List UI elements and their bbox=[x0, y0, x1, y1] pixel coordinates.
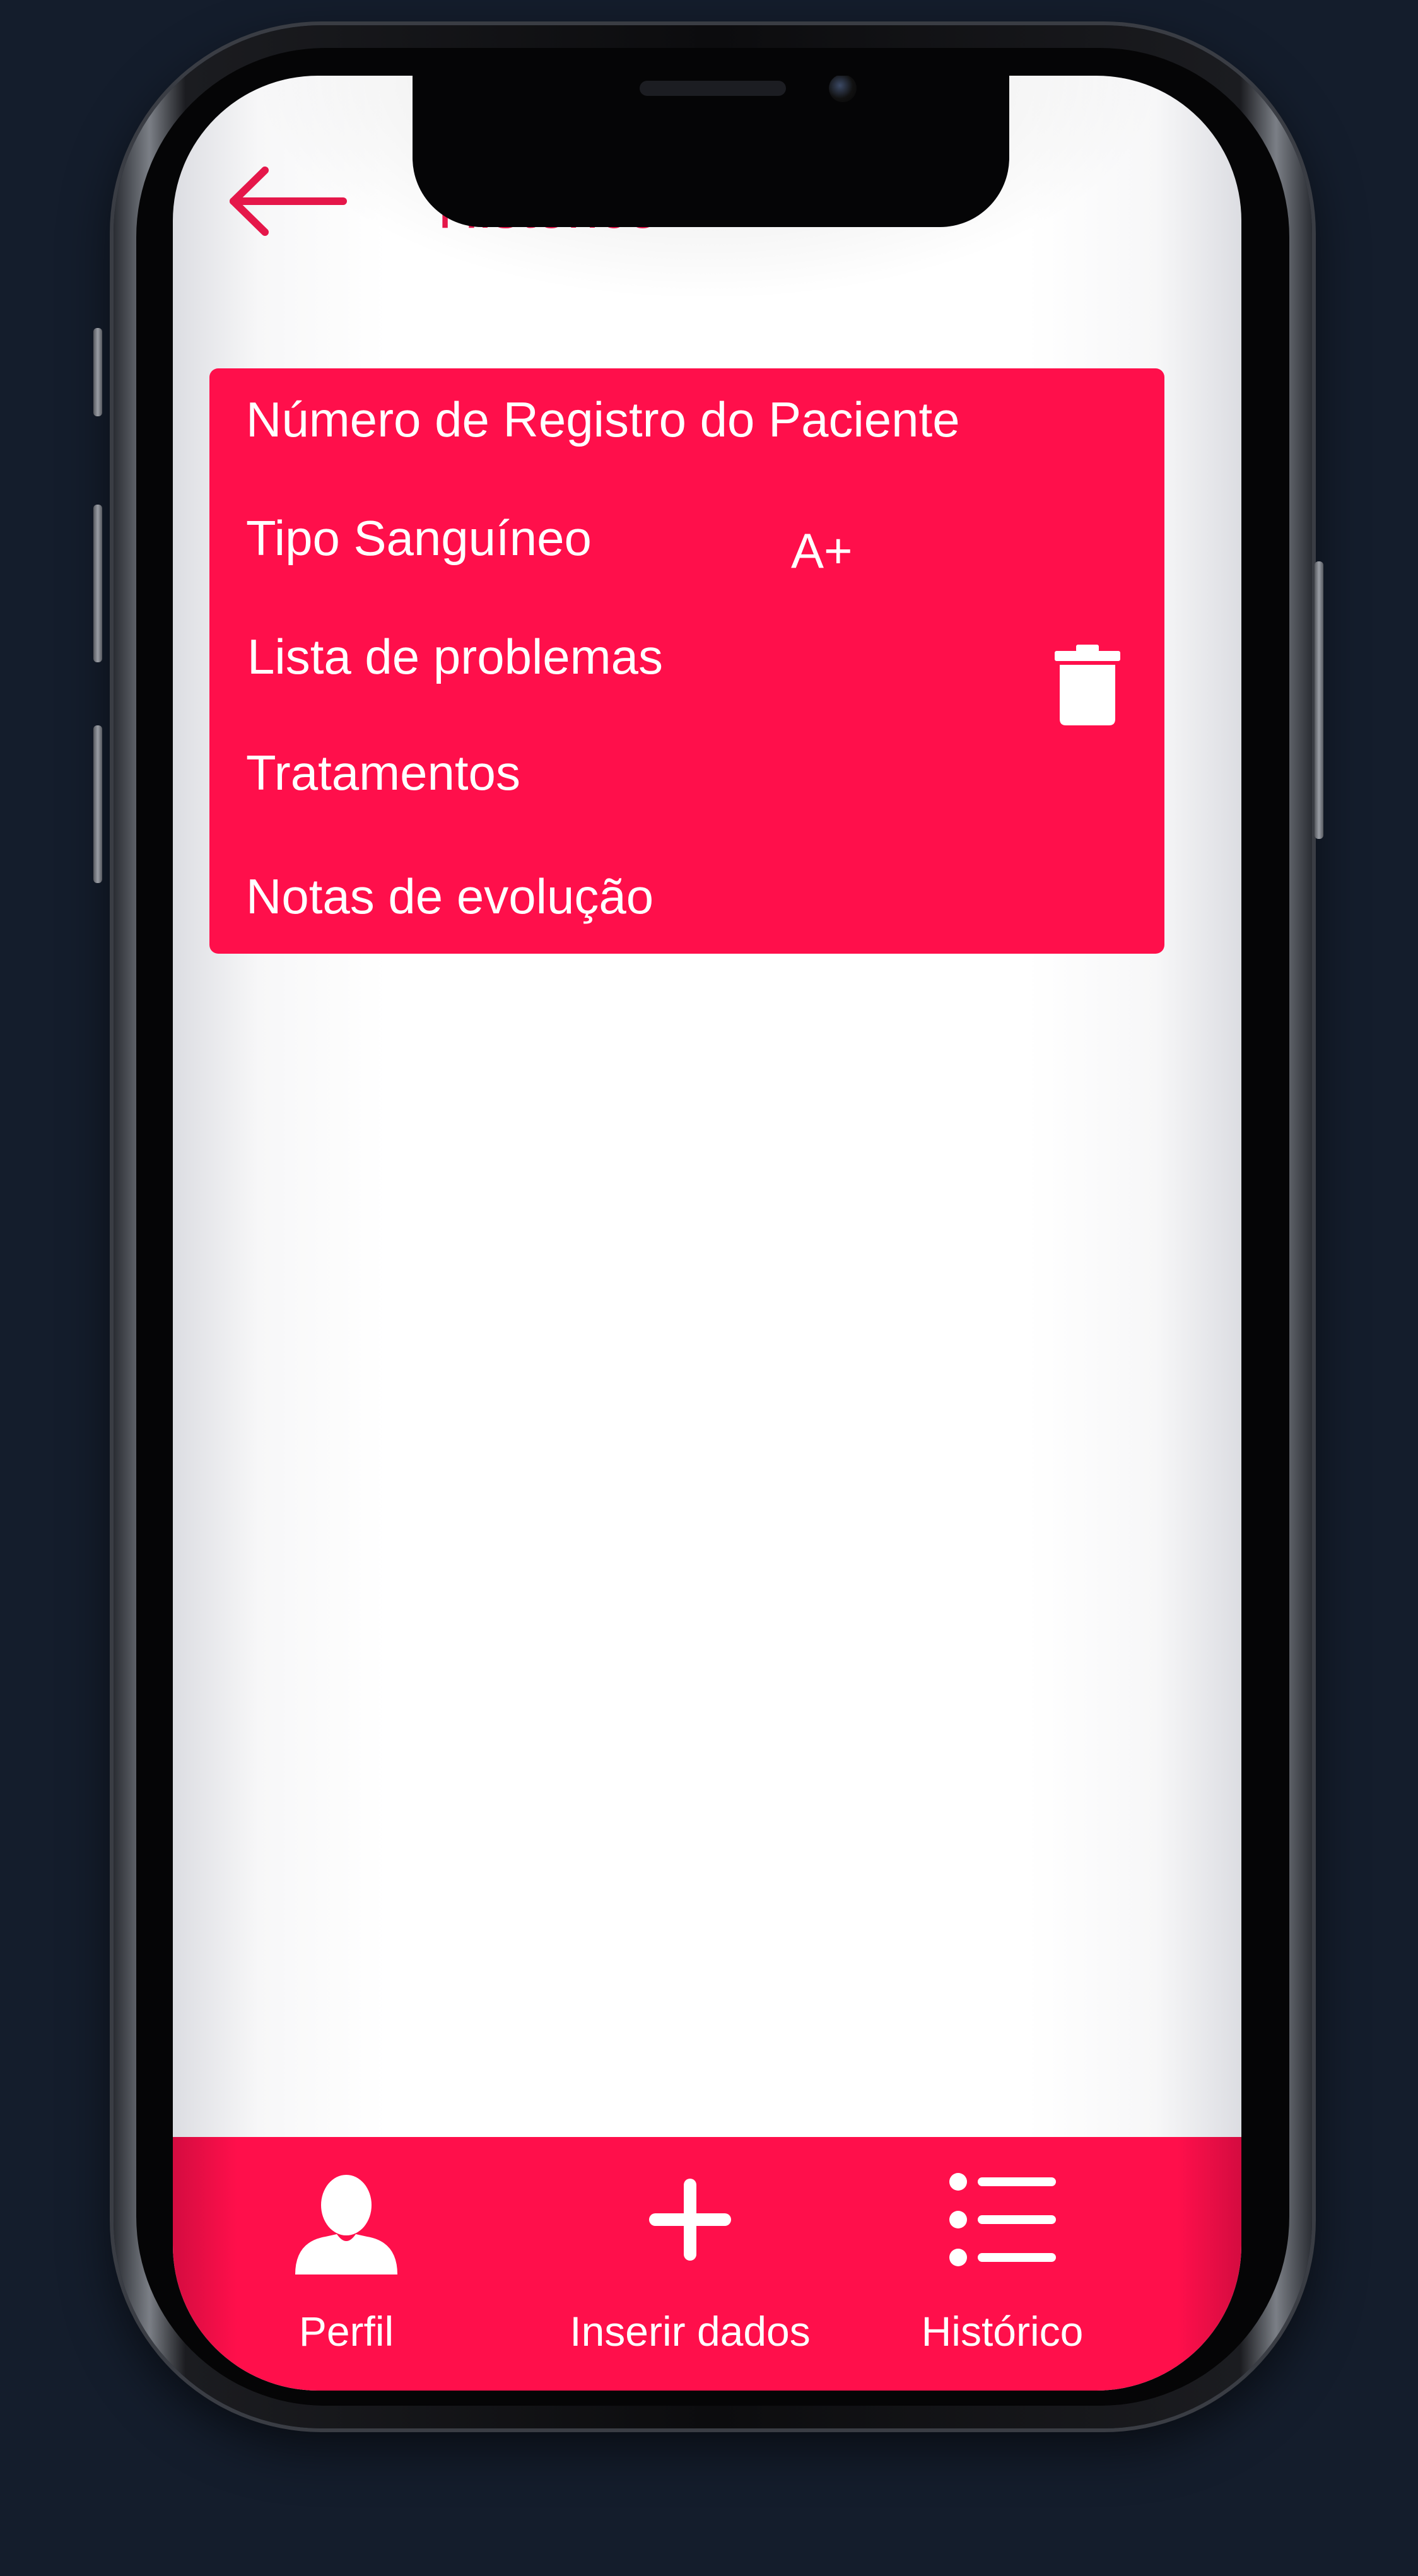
nav-item-history[interactable]: Histórico bbox=[879, 2137, 1125, 2391]
delete-record-button[interactable] bbox=[1055, 645, 1120, 725]
nav-item-insert-data[interactable]: Inserir dados bbox=[551, 2137, 829, 2391]
back-button[interactable] bbox=[228, 167, 348, 236]
speaker-grille bbox=[640, 81, 786, 96]
record-field-treatments: Tratamentos bbox=[246, 745, 520, 800]
nav-label-profile: Perfil bbox=[298, 2308, 394, 2355]
nav-label-insert-data: Inserir dados bbox=[570, 2308, 811, 2355]
nav-label-history: Histórico bbox=[921, 2308, 1084, 2355]
record-field-patient-number: Número de Registro do Paciente bbox=[246, 392, 960, 447]
volume-up-button bbox=[93, 505, 102, 662]
record-field-blood-type: Tipo Sanguíneo bbox=[246, 510, 592, 566]
trash-icon bbox=[1055, 645, 1120, 725]
patient-record-card[interactable]: Número de Registro do Paciente Tipo Sang… bbox=[209, 368, 1164, 954]
plus-icon bbox=[649, 2179, 731, 2261]
record-field-progress-notes: Notas de evolução bbox=[246, 869, 654, 924]
power-button bbox=[1315, 561, 1323, 839]
volume-down-button bbox=[93, 725, 102, 883]
record-field-problem-list: Lista de problemas bbox=[247, 629, 664, 684]
nav-item-profile[interactable]: Perfil bbox=[242, 2137, 450, 2391]
front-camera bbox=[829, 76, 857, 102]
arrow-left-icon bbox=[230, 167, 347, 236]
list-icon bbox=[949, 2173, 1056, 2266]
bottom-navigation: Perfil Inserir dados Histórico bbox=[173, 2137, 1241, 2391]
blood-type-value: A+ bbox=[791, 523, 853, 578]
person-icon bbox=[295, 2175, 397, 2274]
app-screen: Histórico Número de Registro do Paciente… bbox=[173, 76, 1241, 2391]
notch bbox=[413, 76, 1009, 227]
mute-switch bbox=[93, 328, 102, 416]
